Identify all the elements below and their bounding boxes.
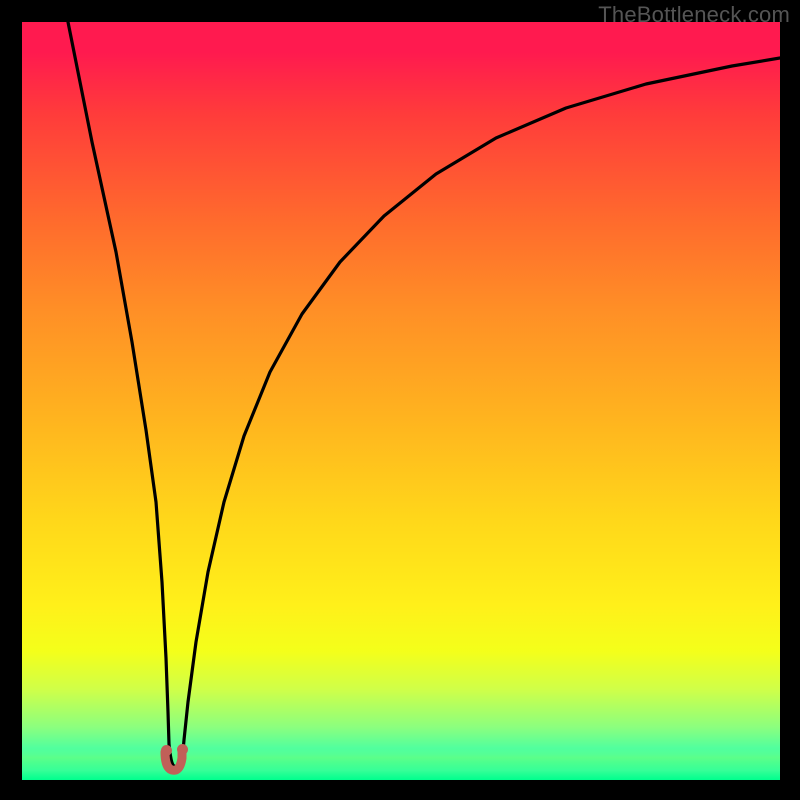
plot-area <box>22 22 780 780</box>
chart-frame: TheBottleneck.com <box>0 0 800 800</box>
marker-dot-right <box>177 744 188 755</box>
watermark-text: TheBottleneck.com <box>598 2 790 28</box>
marker-dot-left <box>161 745 172 756</box>
bottleneck-curve <box>22 22 780 780</box>
